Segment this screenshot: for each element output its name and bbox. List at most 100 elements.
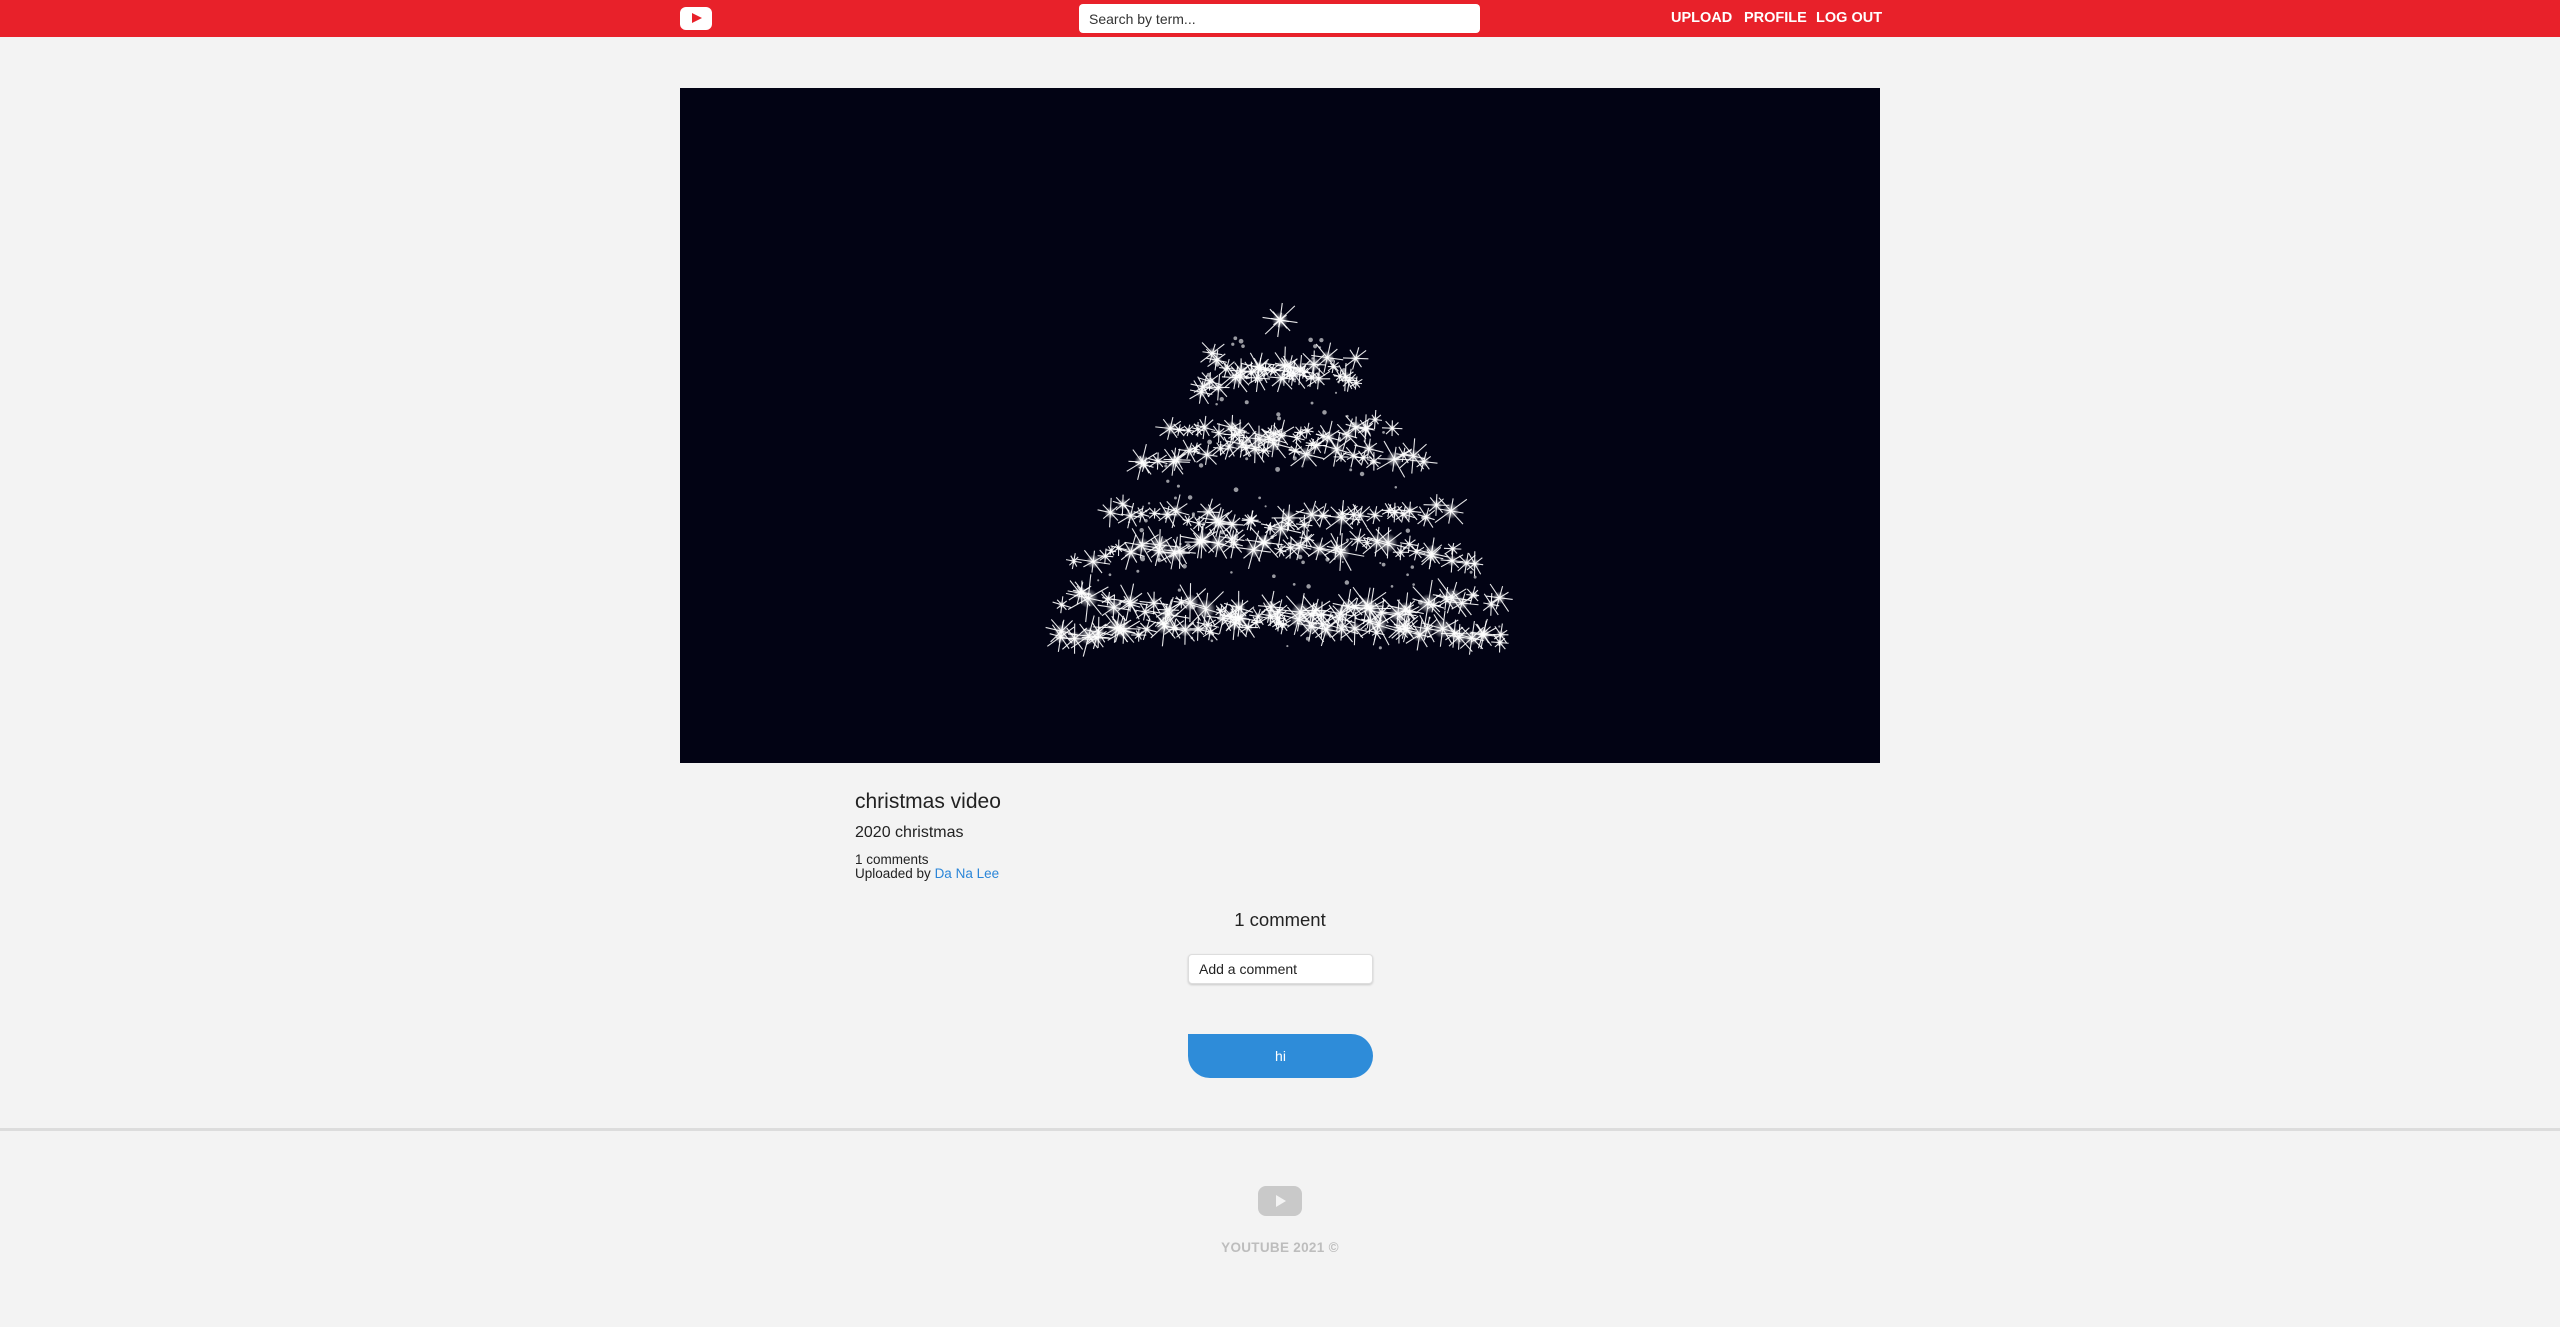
sparkle-dot (1270, 535, 1274, 540)
sparkle (1052, 596, 1072, 614)
sparkle-dot (1179, 542, 1182, 546)
comment-item: hi (1188, 1034, 1373, 1078)
sparkle-dot (1399, 616, 1404, 621)
sparkle-dot (1294, 367, 1298, 372)
sparkle-dot (1473, 575, 1477, 579)
sparkle-dot (1238, 338, 1244, 344)
sparkle (1342, 347, 1369, 370)
sparkle (1211, 423, 1227, 443)
uploader-link[interactable]: Da Na Lee (935, 866, 1000, 881)
sparkle-dot (1313, 344, 1318, 349)
sparkle (1148, 507, 1161, 520)
sparkle-dot (1233, 487, 1239, 493)
sparkle-dot (1215, 362, 1220, 367)
sparkle-dot (1177, 588, 1181, 592)
uploader-line: Uploaded by Da Na Lee (855, 866, 1555, 881)
sparkle-dot (1245, 457, 1249, 461)
sparkle-dot (1164, 464, 1168, 468)
sparkle-dot (1319, 337, 1324, 343)
add-comment-input[interactable] (1188, 954, 1373, 984)
sparkle-dot (1329, 357, 1335, 362)
sparkle-dot (1428, 616, 1431, 619)
sparkle-dot (1301, 560, 1305, 565)
sparkle-dot (1269, 373, 1272, 376)
sparkle-dot (1174, 496, 1177, 500)
sparkle-dot (1244, 400, 1249, 405)
sparkle-dot (1390, 585, 1394, 588)
sparkle-dot (1310, 401, 1314, 405)
sparkle-dot (1421, 515, 1426, 520)
sparkle-dot (1190, 604, 1196, 610)
sparkle-dot (1230, 571, 1233, 574)
sparkle-dot (1322, 410, 1327, 415)
profile-link[interactable]: Profile (1744, 0, 1807, 37)
sparkle-dot (1305, 636, 1310, 641)
sparkle-dot (1287, 541, 1291, 545)
sparkle-dot (1173, 626, 1178, 631)
sparkle-dot (1381, 562, 1386, 567)
sparkle-dot (1394, 486, 1398, 489)
sparkle-dot (1351, 421, 1356, 426)
sparkle-dot (1306, 584, 1311, 589)
sparkle-dot (1136, 569, 1140, 573)
sparkle-dot (1191, 512, 1195, 516)
sparkle-dot (1176, 484, 1180, 488)
sparkle-dot (1275, 466, 1281, 472)
sparkle-dot (1469, 570, 1473, 574)
sparkle-dot (1186, 543, 1190, 547)
uploaded-by-label: Uploaded by (855, 866, 935, 881)
sparkle-dot (1166, 479, 1170, 483)
footer-copyright: YOUTUBE 2021 © (1221, 1240, 1339, 1255)
sparkle (1065, 553, 1082, 570)
sparkle-dot (1349, 468, 1353, 472)
sparkle-dot (1316, 372, 1320, 376)
video-frame-christmas-tree (1045, 302, 1513, 657)
sparkle (1182, 424, 1195, 437)
sparkle-dot (1415, 631, 1419, 635)
sparkle-dot (1220, 530, 1225, 535)
sparkle-dot (1318, 346, 1322, 349)
sparkle-dot (1258, 496, 1262, 500)
sparkle-dot (1378, 646, 1382, 650)
sparkle-dot (1210, 639, 1214, 643)
sparkle-dot (1292, 456, 1297, 461)
logout-link[interactable]: Log Out (1816, 0, 1882, 37)
sparkle-dot (1187, 495, 1193, 500)
sparkle-dot (1189, 448, 1192, 451)
sparkle-dot (1406, 573, 1409, 577)
sparkle-dot (1058, 630, 1063, 634)
sparkle-dot (1147, 502, 1151, 505)
upload-link[interactable]: Upload (1671, 0, 1732, 37)
sparkle-dot (1325, 557, 1330, 562)
sparkle-dot (1181, 549, 1185, 553)
sparkle-dot (1345, 538, 1349, 542)
sparkle (1417, 506, 1436, 528)
search-input[interactable] (1079, 4, 1480, 33)
sparkle-dot (1346, 414, 1349, 418)
sparkle-dot (1341, 368, 1347, 373)
sparkle-dot (1276, 412, 1281, 417)
sparkle-dot (1191, 601, 1194, 604)
sparkle (1381, 420, 1403, 437)
sparkle (1274, 543, 1287, 557)
video-player[interactable] (680, 88, 1880, 763)
sparkle-dot (1307, 451, 1311, 455)
youtube-logo-icon[interactable] (680, 7, 712, 30)
sparkle-dot (1118, 600, 1122, 604)
sparkle-dot (1196, 538, 1201, 543)
sparkle-dot (1206, 372, 1211, 377)
sparkle-dot (1198, 463, 1204, 468)
sparkle-dot (1259, 377, 1263, 382)
sparkle (1207, 374, 1230, 401)
play-icon (692, 13, 702, 23)
sparkle-dot (1207, 439, 1213, 445)
sparkle-dot (1246, 438, 1252, 444)
sparkle (1354, 438, 1384, 459)
sparkle-dot (1404, 623, 1409, 627)
sparkle-dot (1277, 416, 1282, 421)
sparkle-dot (1301, 465, 1304, 468)
video-title: christmas video (855, 790, 1001, 813)
sparkle-dot (1292, 582, 1296, 586)
sparkle-dot (1246, 520, 1250, 524)
sparkle-dot (1272, 574, 1276, 579)
